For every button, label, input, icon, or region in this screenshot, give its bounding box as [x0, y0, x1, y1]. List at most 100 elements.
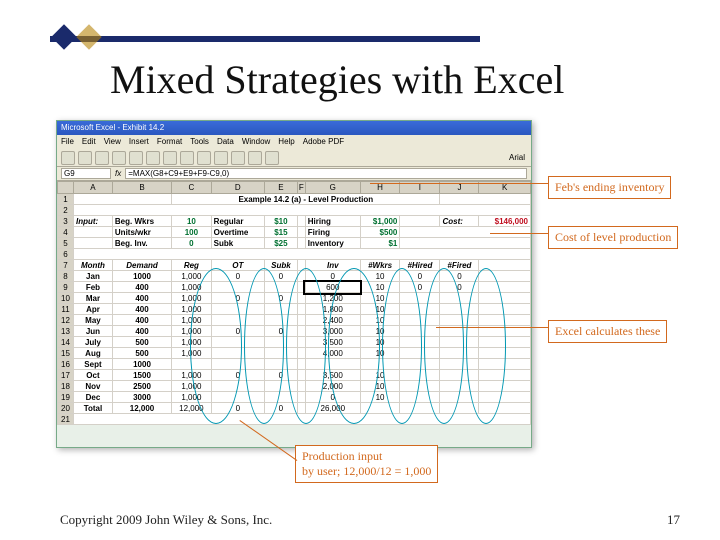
row-header[interactable]: 14: [58, 337, 74, 348]
menu-adobepdf[interactable]: Adobe PDF: [303, 135, 344, 149]
cell-demand[interactable]: 400: [112, 282, 171, 293]
cell-inv[interactable]: 1,200: [305, 293, 360, 304]
menu-help[interactable]: Help: [278, 135, 294, 149]
label-overtime[interactable]: Overtime: [211, 227, 264, 238]
label-cost[interactable]: Cost:: [440, 216, 479, 227]
cell-reg[interactable]: 1,000: [172, 282, 212, 293]
row-header[interactable]: 20: [58, 403, 74, 414]
sheet-title[interactable]: Example 14.2 (a) - Level Production: [172, 194, 440, 205]
col-header[interactable]: A: [74, 182, 113, 194]
cell-reg[interactable]: 1,000: [172, 337, 212, 348]
toolbar-button[interactable]: [214, 151, 228, 165]
cell-ot[interactable]: [211, 359, 264, 370]
row-header[interactable]: 3: [58, 216, 74, 227]
cell-wkrs[interactable]: 10: [360, 326, 400, 337]
cell-ot[interactable]: [211, 381, 264, 392]
row-header[interactable]: 6: [58, 249, 74, 260]
row-header[interactable]: 2: [58, 205, 74, 216]
menu-insert[interactable]: Insert: [129, 135, 149, 149]
cell-ot[interactable]: [211, 315, 264, 326]
cell-demand[interactable]: 400: [112, 315, 171, 326]
toolbar-button[interactable]: [197, 151, 211, 165]
cell-subk[interactable]: [264, 282, 297, 293]
cell-demand[interactable]: 400: [112, 293, 171, 304]
cell-hired[interactable]: [400, 381, 440, 392]
worksheet[interactable]: ABCDEFGHIJK 1Example 14.2 (a) - Level Pr…: [57, 181, 531, 425]
label-unitswkr[interactable]: Units/wkr: [112, 227, 171, 238]
menu-edit[interactable]: Edit: [82, 135, 96, 149]
row-header[interactable]: 5: [58, 238, 74, 249]
cell-month[interactable]: Dec: [74, 392, 113, 403]
label-begwkrs[interactable]: Beg. Wkrs: [112, 216, 171, 227]
cell-month[interactable]: Feb: [74, 282, 113, 293]
cell-inv[interactable]: 1,800: [305, 304, 360, 315]
menu-view[interactable]: View: [104, 135, 121, 149]
toolbar-button[interactable]: [248, 151, 262, 165]
cell-subk[interactable]: [264, 348, 297, 359]
row-header[interactable]: 9: [58, 282, 74, 293]
cell-hired[interactable]: [400, 403, 440, 414]
row-header[interactable]: 4: [58, 227, 74, 238]
menu-format[interactable]: Format: [157, 135, 182, 149]
cell-demand[interactable]: 1000: [112, 359, 171, 370]
row-header[interactable]: 11: [58, 304, 74, 315]
row-header[interactable]: 10: [58, 293, 74, 304]
hdr-reg[interactable]: Reg: [172, 260, 212, 271]
cell-fired[interactable]: [440, 348, 479, 359]
cell-demand[interactable]: 2500: [112, 381, 171, 392]
cell-month[interactable]: Jun: [74, 326, 113, 337]
cell-hired[interactable]: [400, 370, 440, 381]
cell-inv[interactable]: 2,400: [305, 315, 360, 326]
cell-hired[interactable]: [400, 348, 440, 359]
toolbar-button[interactable]: [129, 151, 143, 165]
row-header[interactable]: 18: [58, 381, 74, 392]
toolbar-button[interactable]: [265, 151, 279, 165]
cell-fired[interactable]: [440, 315, 479, 326]
toolbar-button[interactable]: [163, 151, 177, 165]
cell-month[interactable]: May: [74, 315, 113, 326]
cell-fired[interactable]: 0: [440, 271, 479, 282]
cell-demand[interactable]: 400: [112, 326, 171, 337]
cell-hired[interactable]: [400, 359, 440, 370]
cell-demand[interactable]: 3000: [112, 392, 171, 403]
cell-hired[interactable]: [400, 315, 440, 326]
cell-hired[interactable]: [400, 304, 440, 315]
val-inventory[interactable]: $1: [360, 238, 400, 249]
cell-reg[interactable]: 1,000: [172, 304, 212, 315]
hdr-subk[interactable]: Subk: [264, 260, 297, 271]
cell-subk[interactable]: 0: [264, 293, 297, 304]
cell-ot[interactable]: 0: [211, 271, 264, 282]
hdr-month[interactable]: Month: [74, 260, 113, 271]
cell-fired[interactable]: [440, 304, 479, 315]
toolbar-button[interactable]: [61, 151, 75, 165]
cell-inv[interactable]: 2,000: [305, 381, 360, 392]
col-header[interactable]: F: [297, 182, 305, 194]
cell-hired[interactable]: 0: [400, 282, 440, 293]
name-box[interactable]: G9: [61, 168, 111, 179]
row-header[interactable]: 12: [58, 315, 74, 326]
menubar[interactable]: File Edit View Insert Format Tools Data …: [57, 135, 531, 149]
cell-hired[interactable]: [400, 293, 440, 304]
cell-inv[interactable]: 600: [305, 282, 360, 293]
cell-reg[interactable]: [172, 359, 212, 370]
cell-wkrs[interactable]: 10: [360, 271, 400, 282]
cell-wkrs[interactable]: 10: [360, 370, 400, 381]
cell-fired[interactable]: [440, 337, 479, 348]
label-firing[interactable]: Firing: [305, 227, 360, 238]
col-header[interactable]: C: [172, 182, 212, 194]
grid[interactable]: ABCDEFGHIJK 1Example 14.2 (a) - Level Pr…: [57, 181, 531, 425]
row-header[interactable]: 21: [58, 414, 74, 425]
toolbar-button[interactable]: [146, 151, 160, 165]
cell-wkrs[interactable]: [360, 359, 400, 370]
cell-inv[interactable]: [305, 359, 360, 370]
val-cost[interactable]: $146,000: [479, 216, 531, 227]
cell-inv[interactable]: 3,500: [305, 337, 360, 348]
col-header[interactable]: B: [112, 182, 171, 194]
cell-hired[interactable]: [400, 392, 440, 403]
cell-reg[interactable]: 1,000: [172, 381, 212, 392]
menu-file[interactable]: File: [61, 135, 74, 149]
cell-month[interactable]: Apr: [74, 304, 113, 315]
cell-subk[interactable]: [264, 304, 297, 315]
row-header[interactable]: 16: [58, 359, 74, 370]
cell-ot[interactable]: [211, 337, 264, 348]
